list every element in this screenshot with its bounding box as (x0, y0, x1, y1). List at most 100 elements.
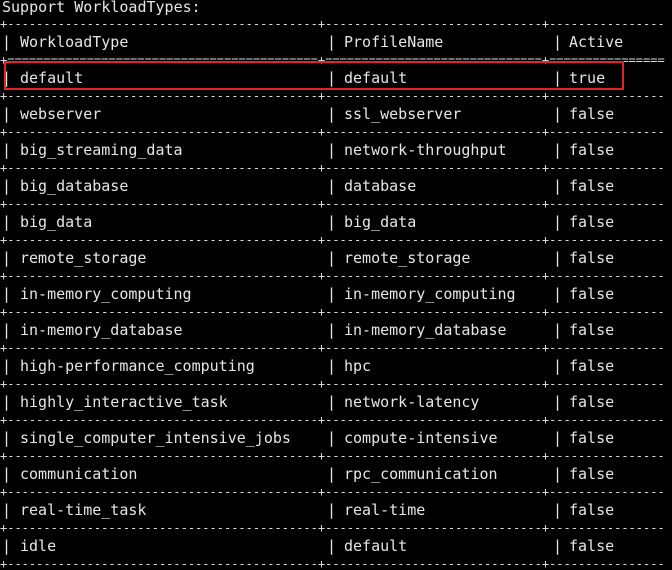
cell-workload-type: in-memory_database (20, 321, 183, 339)
table-row: | in-memory_database | in-memory_database | f… (0, 320, 672, 340)
cell-profile-name: in-memory_database (344, 321, 507, 339)
column-border: | (2, 465, 12, 483)
cell-active: false (569, 465, 615, 483)
column-border: | (2, 537, 12, 555)
cell-profile-name: remote_storage (344, 249, 471, 267)
cell-profile-name: compute-intensive (344, 429, 498, 447)
cell-active: false (569, 357, 615, 375)
table-row: | default | default | true (0, 68, 672, 88)
table-separator: +---------------------------------------… (0, 308, 665, 316)
cell-workload-type: in-memory_computing (20, 285, 192, 303)
column-border: | (2, 69, 12, 87)
column-border: | (553, 213, 563, 231)
column-border: | (553, 501, 563, 519)
column-border: | (553, 105, 563, 123)
cell-workload-type: high-performance_computing (20, 357, 255, 375)
table-row: | single_computer_intensive_jobs | compute-… (0, 428, 672, 448)
column-border: | (2, 249, 12, 267)
table-separator: +---------------------------------------… (0, 164, 665, 172)
cell-workload-type: big_streaming_data (20, 141, 183, 159)
header-workload-type: WorkloadType (20, 33, 129, 51)
cell-active: false (569, 501, 615, 519)
table-separator-header: +=======================================… (0, 56, 665, 64)
cell-profile-name: hpc (344, 357, 372, 375)
table-separator: +---------------------------------------… (0, 200, 665, 208)
cell-workload-type: highly_interactive_task (20, 393, 228, 411)
column-border: | (553, 465, 563, 483)
table-row: | big_streaming_data | network-throughput | f… (0, 140, 672, 160)
table-row: | high-performance_computing | hpc | false (0, 356, 672, 376)
table-separator: +---------------------------------------… (0, 344, 665, 352)
cell-profile-name: database (344, 177, 417, 195)
table-separator: +---------------------------------------… (0, 380, 665, 388)
cell-workload-type: big_database (20, 177, 129, 195)
table-row: | real-time_task | real-time | false (0, 500, 672, 520)
cell-workload-type: single_computer_intensive_jobs (20, 429, 291, 447)
cell-profile-name: default (344, 69, 408, 87)
column-border: | (327, 141, 337, 159)
column-border: | (553, 141, 563, 159)
table-row: | webserver | ssl_webserver | false (0, 104, 672, 124)
table-separator-top: +---------------------------------------… (0, 20, 665, 28)
cell-profile-name: default (344, 537, 408, 555)
table-row: | in-memory_computing | in-memory_computing… (0, 284, 672, 304)
cell-active: false (569, 321, 615, 339)
table-row: | big_data | big_data | false (0, 212, 672, 232)
cell-profile-name: network-latency (344, 393, 480, 411)
cell-workload-type: default (20, 69, 84, 87)
table-separator: +---------------------------------------… (0, 92, 665, 100)
header-profile-name: ProfileName (344, 33, 444, 51)
column-border: | (2, 393, 12, 411)
cell-profile-name: ssl_webserver (344, 105, 462, 123)
table-row: | remote_storage | remote_storage | false (0, 248, 672, 268)
column-border: | (2, 177, 12, 195)
column-border: | (553, 357, 563, 375)
column-border: | (327, 285, 337, 303)
column-border: | (327, 393, 337, 411)
column-border: | (2, 285, 12, 303)
cell-workload-type: idle (20, 537, 57, 555)
cell-active: true (569, 69, 606, 87)
cell-active: false (569, 141, 615, 159)
output-title: Support WorkloadTypes: (2, 0, 201, 16)
cell-workload-type: big_data (20, 213, 93, 231)
cell-workload-type: communication (20, 465, 138, 483)
column-border: | (2, 141, 12, 159)
table-separator: +---------------------------------------… (0, 524, 665, 532)
table-separator: +---------------------------------------… (0, 488, 665, 496)
cell-workload-type: real-time_task (20, 501, 147, 519)
table-header-row: | WorkloadType | ProfileName | Active (0, 32, 672, 52)
column-border: | (2, 501, 12, 519)
terminal-window[interactable]: Support WorkloadTypes: +----------------… (0, 0, 672, 570)
column-border: | (2, 357, 12, 375)
column-border: | (327, 501, 337, 519)
column-border: | (327, 429, 337, 447)
column-border: | (2, 213, 12, 231)
column-border: | (2, 429, 12, 447)
cell-active: false (569, 213, 615, 231)
table-row: | communication | rpc_communication | false (0, 464, 672, 484)
column-border: | (553, 33, 563, 51)
column-border: | (553, 285, 563, 303)
column-border: | (2, 33, 12, 51)
cell-active: false (569, 105, 615, 123)
table-row: | big_database | database | false (0, 176, 672, 196)
cell-active: false (569, 249, 615, 267)
cell-workload-type: webserver (20, 105, 102, 123)
header-active: Active (569, 33, 624, 51)
table-separator: +---------------------------------------… (0, 128, 665, 136)
cell-profile-name: network-throughput (344, 141, 507, 159)
cell-active: false (569, 537, 615, 555)
column-border: | (553, 69, 563, 87)
cell-active: false (569, 429, 615, 447)
table-row: | idle | default | false (0, 536, 672, 556)
column-border: | (553, 177, 563, 195)
column-border: | (327, 177, 337, 195)
column-border: | (2, 105, 12, 123)
column-border: | (553, 537, 563, 555)
column-border: | (327, 249, 337, 267)
column-border: | (327, 537, 337, 555)
cell-workload-type: remote_storage (20, 249, 147, 267)
cell-active: false (569, 393, 615, 411)
column-border: | (327, 105, 337, 123)
